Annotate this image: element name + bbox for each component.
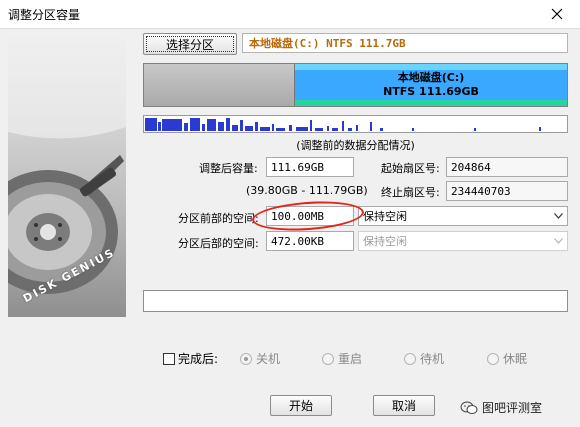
- close-button[interactable]: [534, 0, 580, 28]
- partition-segment[interactable]: 本地磁盘(C:) NTFS 111.69GB: [294, 64, 567, 106]
- usage-graph: [145, 118, 541, 131]
- after-space-input[interactable]: 472.00KB: [266, 231, 354, 251]
- radio-shutdown: 关机: [240, 350, 280, 367]
- radio-label: 重启: [338, 352, 363, 366]
- free-space-segment[interactable]: [144, 64, 294, 106]
- radio-label: 休眠: [503, 352, 528, 366]
- cancel-button[interactable]: 取消: [373, 395, 435, 416]
- radio-restart: 重启: [322, 350, 362, 367]
- size-label: 调整后容量:: [199, 162, 258, 175]
- watermark: 图吧评测室: [460, 399, 542, 416]
- after-completion-checkbox[interactable]: 完成后:: [163, 350, 218, 367]
- after-space-dropdown: 保持空闲: [358, 231, 568, 251]
- chevron-down-icon: [551, 234, 565, 248]
- radio-hibernate: 休眠: [487, 350, 527, 367]
- data-usage-bar: [143, 115, 568, 133]
- partition-detail: NTFS 111.69GB: [383, 85, 479, 98]
- radio-label: 关机: [256, 352, 281, 366]
- checkbox-box[interactable]: [163, 352, 175, 365]
- radio-dot: [404, 352, 416, 365]
- before-space-option: 保持空闲: [363, 210, 407, 223]
- chevron-down-icon: [551, 209, 565, 223]
- after-space-label: 分区后部的空间:: [178, 237, 259, 250]
- window-title: 调整分区容量: [8, 8, 81, 22]
- dialog-body: DISK GENIUS 选择分区 本地磁盘(C:) NTFS 111.7GB 本…: [0, 28, 580, 427]
- after-space-option: 保持空闲: [363, 235, 407, 248]
- progress-bar: [143, 290, 568, 312]
- radio-dot: [240, 352, 252, 365]
- usage-caption: (调整前的数据分配情况): [296, 139, 415, 152]
- title-bar[interactable]: 调整分区容量: [0, 0, 580, 28]
- hard-disk-illustration: DISK GENIUS: [8, 37, 126, 317]
- selected-disk-label: 本地磁盘(C:) NTFS 111.7GB: [242, 33, 568, 53]
- before-space-dropdown[interactable]: 保持空闲: [358, 206, 568, 226]
- partition-name: 本地磁盘(C:): [397, 71, 465, 84]
- radio-dot: [487, 352, 499, 365]
- size-input[interactable]: 111.69GB: [266, 157, 354, 177]
- after-completion-label: 完成后:: [178, 352, 219, 366]
- end-sector-label: 终止扇区号:: [381, 186, 440, 199]
- start-sector-label: 起始扇区号:: [381, 162, 440, 175]
- chat-bubble-icon: [460, 401, 478, 414]
- annotation-circle: [251, 198, 365, 234]
- end-sector-field: 234440703: [446, 181, 568, 201]
- size-range-text: (39.80GB - 111.79GB): [246, 184, 368, 197]
- radio-label: 待机: [420, 352, 445, 366]
- partition-map[interactable]: 本地磁盘(C:) NTFS 111.69GB: [143, 63, 568, 107]
- radio-dot: [322, 352, 334, 365]
- watermark-text: 图吧评测室: [482, 401, 543, 415]
- radio-standby: 待机: [404, 350, 444, 367]
- start-sector-field: 204864: [446, 157, 568, 177]
- before-space-label: 分区前部的空间:: [178, 212, 259, 225]
- close-icon: [551, 8, 563, 20]
- select-partition-button[interactable]: 选择分区: [143, 33, 237, 55]
- start-button[interactable]: 开始: [270, 395, 332, 416]
